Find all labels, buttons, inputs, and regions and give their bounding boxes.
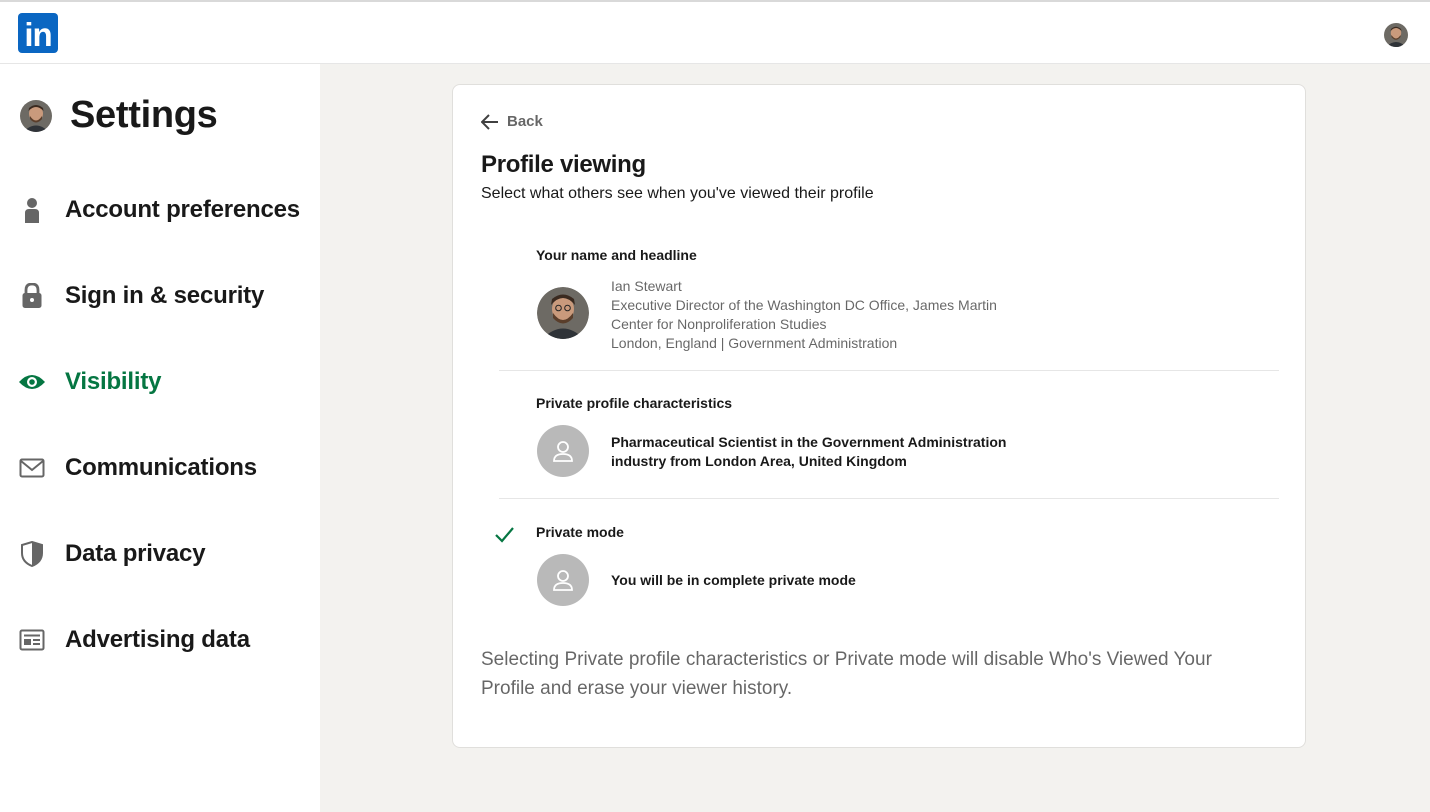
sidebar-header: Settings [20, 94, 218, 137]
person-outline-icon [553, 570, 573, 591]
checkmark-icon [495, 527, 514, 543]
sidebar-item-label: Account preferences [65, 196, 300, 223]
sidebar-item-account-preferences[interactable]: Account preferences [18, 196, 300, 224]
ad-icon [18, 626, 46, 654]
characteristics-line-1: Pharmaceutical Scientist in the Governme… [611, 434, 1007, 450]
anonymous-avatar [537, 425, 589, 477]
card-subtitle: Select what others see when you've viewe… [481, 185, 874, 202]
arrow-left-icon [481, 113, 498, 130]
card-title: Profile viewing [481, 151, 646, 178]
option-preview-text: Pharmaceutical Scientist in the Governme… [611, 433, 1006, 471]
sidebar-item-label: Visibility [65, 368, 162, 395]
disclaimer-note: Selecting Private profile characteristic… [481, 649, 1212, 699]
sidebar-item-data-privacy[interactable]: Data privacy [18, 540, 206, 568]
profile-photo [537, 287, 589, 339]
sidebar-item-label: Communications [65, 454, 257, 481]
user-avatar[interactable] [1384, 23, 1408, 47]
viewer-location: London, England | Government Administrat… [611, 335, 898, 351]
logo-text: in [24, 16, 52, 53]
lock-icon [18, 282, 46, 310]
option-title: Your name and headline [536, 247, 697, 263]
divider [499, 370, 1279, 371]
eye-icon [18, 368, 46, 396]
anonymous-avatar [537, 554, 589, 606]
sidebar-item-label: Data privacy [65, 540, 206, 567]
option-preview-text: You will be in complete private mode [611, 572, 856, 588]
profile-viewing-card: Back Profile viewing Select what others … [452, 84, 1306, 748]
sidebar-item-label: Sign in & security [65, 282, 265, 309]
sidebar-item-advertising-data[interactable]: Advertising data [18, 626, 250, 654]
sidebar-item-communications[interactable]: Communications [18, 454, 257, 482]
option-name-and-headline[interactable]: Your name and headline Ian Stewart Execu… [499, 247, 1279, 357]
back-label: Back [507, 113, 543, 130]
envelope-icon [18, 454, 46, 482]
main-content: Back Profile viewing Select what others … [320, 64, 1430, 812]
sidebar-item-visibility[interactable]: Visibility [18, 368, 161, 396]
sidebar-item-label: Advertising data [65, 626, 250, 653]
sidebar-item-sign-in-security[interactable]: Sign in & security [18, 282, 264, 310]
viewer-headline-line-1: Executive Director of the Washington DC … [611, 297, 997, 313]
viewer-name: Ian Stewart [611, 278, 682, 294]
option-private-profile-characteristics[interactable]: Private profile characteristics Pharmace… [499, 395, 1279, 485]
back-button[interactable]: Back [481, 113, 543, 130]
person-outline-icon [553, 441, 573, 462]
option-title: Private mode [536, 524, 624, 540]
option-private-mode[interactable]: Private mode You will be in complete pri… [495, 524, 1279, 614]
page-title: Settings [70, 94, 218, 136]
option-title: Private profile characteristics [536, 395, 733, 411]
option-preview-text: Ian Stewart Executive Director of the Wa… [611, 277, 997, 353]
characteristics-line-2: industry from London Area, United Kingdo… [611, 453, 907, 469]
shield-icon [18, 540, 46, 568]
viewer-headline-line-2: Center for Nonproliferation Studies [611, 316, 827, 332]
divider [499, 498, 1279, 499]
person-icon [18, 196, 46, 224]
top-bar: in [0, 0, 1430, 64]
linkedin-logo[interactable]: in [18, 13, 58, 53]
settings-sidebar: Settings Account preferences Sign in & s… [0, 64, 320, 812]
profile-avatar [20, 99, 52, 132]
